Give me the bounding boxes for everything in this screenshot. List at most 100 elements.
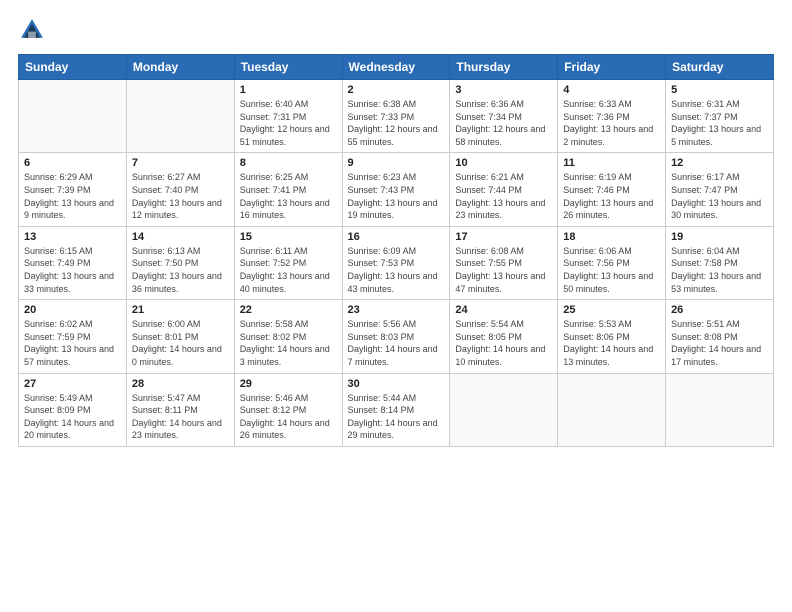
calendar-cell: 30Sunrise: 5:44 AM Sunset: 8:14 PM Dayli… (342, 373, 450, 446)
day-info: Sunrise: 6:15 AM Sunset: 7:49 PM Dayligh… (24, 245, 121, 295)
calendar-cell: 1 Sunrise: 6:40 AM Sunset: 7:31 PM Daylig… (234, 80, 342, 153)
day-number: 1 (240, 84, 337, 96)
calendar-cell: 7 Sunrise: 6:27 AM Sunset: 7:40 PM Daylig… (126, 153, 234, 226)
weekday-header-sunday: Sunday (19, 55, 127, 80)
day-number: 7 (132, 157, 229, 169)
calendar-week-2: 6 Sunrise: 6:29 AM Sunset: 7:39 PM Daylig… (19, 153, 774, 226)
day-info: Sunrise: 5:54 AM Sunset: 8:05 PM Dayligh… (455, 318, 552, 368)
weekday-header-wednesday: Wednesday (342, 55, 450, 80)
day-number: 18 (563, 231, 660, 243)
calendar-cell: 21Sunrise: 6:00 AM Sunset: 8:01 PM Dayli… (126, 300, 234, 373)
day-info: Sunrise: 5:56 AM Sunset: 8:03 PM Dayligh… (348, 318, 445, 368)
calendar-cell: 28 Sunrise: 5:47 AM Sunset: 8:11 PM Dayli… (126, 373, 234, 446)
day-number: 10 (455, 157, 552, 169)
calendar-cell: 12 Sunrise: 6:17 AM Sunset: 7:47 PM Dayli… (666, 153, 774, 226)
day-info: Sunrise: 6:36 AM Sunset: 7:34 PM Dayligh… (455, 98, 552, 148)
calendar-cell: 16 Sunrise: 6:09 AM Sunset: 7:53 PM Dayli… (342, 226, 450, 299)
calendar-cell: 19Sunrise: 6:04 AM Sunset: 7:58 PM Dayli… (666, 226, 774, 299)
day-number: 27 (24, 378, 121, 390)
calendar-cell: 20 Sunrise: 6:02 AM Sunset: 7:59 PM Dayli… (19, 300, 127, 373)
calendar-week-1: 1 Sunrise: 6:40 AM Sunset: 7:31 PM Daylig… (19, 80, 774, 153)
calendar-cell: 6 Sunrise: 6:29 AM Sunset: 7:39 PM Daylig… (19, 153, 127, 226)
calendar-cell: 25Sunrise: 5:53 AM Sunset: 8:06 PM Dayli… (558, 300, 666, 373)
calendar-cell (126, 80, 234, 153)
calendar-cell: 14Sunrise: 6:13 AM Sunset: 7:50 PM Dayli… (126, 226, 234, 299)
day-number: 16 (348, 231, 445, 243)
day-info: Sunrise: 6:31 AM Sunset: 7:37 PM Dayligh… (671, 98, 768, 148)
day-info: Sunrise: 6:11 AM Sunset: 7:52 PM Dayligh… (240, 245, 337, 295)
day-info: Sunrise: 6:23 AM Sunset: 7:43 PM Dayligh… (348, 171, 445, 221)
weekday-header-row: SundayMondayTuesdayWednesdayThursdayFrid… (19, 55, 774, 80)
day-info: Sunrise: 6:19 AM Sunset: 7:46 PM Dayligh… (563, 171, 660, 221)
day-number: 22 (240, 304, 337, 316)
day-number: 28 (132, 378, 229, 390)
day-number: 3 (455, 84, 552, 96)
calendar-table: SundayMondayTuesdayWednesdayThursdayFrid… (18, 54, 774, 447)
day-info: Sunrise: 6:08 AM Sunset: 7:55 PM Dayligh… (455, 245, 552, 295)
day-number: 17 (455, 231, 552, 243)
day-info: Sunrise: 5:49 AM Sunset: 8:09 PM Dayligh… (24, 392, 121, 442)
day-number: 14 (132, 231, 229, 243)
calendar-body: 1 Sunrise: 6:40 AM Sunset: 7:31 PM Daylig… (19, 80, 774, 447)
day-number: 2 (348, 84, 445, 96)
day-number: 4 (563, 84, 660, 96)
calendar-header: SundayMondayTuesdayWednesdayThursdayFrid… (19, 55, 774, 80)
calendar-cell: 9 Sunrise: 6:23 AM Sunset: 7:43 PM Daylig… (342, 153, 450, 226)
day-number: 21 (132, 304, 229, 316)
calendar-week-3: 13 Sunrise: 6:15 AM Sunset: 7:49 PM Dayli… (19, 226, 774, 299)
calendar-week-4: 20 Sunrise: 6:02 AM Sunset: 7:59 PM Dayli… (19, 300, 774, 373)
calendar-cell: 23 Sunrise: 5:56 AM Sunset: 8:03 PM Dayli… (342, 300, 450, 373)
calendar-cell: 10 Sunrise: 6:21 AM Sunset: 7:44 PM Dayli… (450, 153, 558, 226)
logo (18, 16, 50, 44)
day-number: 26 (671, 304, 768, 316)
day-info: Sunrise: 5:58 AM Sunset: 8:02 PM Dayligh… (240, 318, 337, 368)
calendar-cell: 27 Sunrise: 5:49 AM Sunset: 8:09 PM Dayli… (19, 373, 127, 446)
day-info: Sunrise: 6:17 AM Sunset: 7:47 PM Dayligh… (671, 171, 768, 221)
day-info: Sunrise: 6:02 AM Sunset: 7:59 PM Dayligh… (24, 318, 121, 368)
day-info: Sunrise: 5:44 AM Sunset: 8:14 PM Dayligh… (348, 392, 445, 442)
day-number: 29 (240, 378, 337, 390)
page: SundayMondayTuesdayWednesdayThursdayFrid… (0, 0, 792, 612)
day-number: 9 (348, 157, 445, 169)
calendar-cell: 29Sunrise: 5:46 AM Sunset: 8:12 PM Dayli… (234, 373, 342, 446)
day-number: 19 (671, 231, 768, 243)
calendar-cell: 24 Sunrise: 5:54 AM Sunset: 8:05 PM Dayli… (450, 300, 558, 373)
day-info: Sunrise: 6:38 AM Sunset: 7:33 PM Dayligh… (348, 98, 445, 148)
calendar-cell: 22 Sunrise: 5:58 AM Sunset: 8:02 PM Dayli… (234, 300, 342, 373)
day-number: 8 (240, 157, 337, 169)
calendar-cell: 4 Sunrise: 6:33 AM Sunset: 7:36 PM Daylig… (558, 80, 666, 153)
calendar-cell (666, 373, 774, 446)
day-number: 23 (348, 304, 445, 316)
day-number: 20 (24, 304, 121, 316)
calendar-cell: 15 Sunrise: 6:11 AM Sunset: 7:52 PM Dayli… (234, 226, 342, 299)
header (18, 16, 774, 44)
day-number: 15 (240, 231, 337, 243)
day-info: Sunrise: 6:29 AM Sunset: 7:39 PM Dayligh… (24, 171, 121, 221)
weekday-header-thursday: Thursday (450, 55, 558, 80)
day-number: 11 (563, 157, 660, 169)
day-info: Sunrise: 6:40 AM Sunset: 7:31 PM Dayligh… (240, 98, 337, 148)
calendar-cell: 8Sunrise: 6:25 AM Sunset: 7:41 PM Daylig… (234, 153, 342, 226)
day-info: Sunrise: 5:47 AM Sunset: 8:11 PM Dayligh… (132, 392, 229, 442)
day-number: 24 (455, 304, 552, 316)
day-info: Sunrise: 6:06 AM Sunset: 7:56 PM Dayligh… (563, 245, 660, 295)
calendar-cell: 3 Sunrise: 6:36 AM Sunset: 7:34 PM Daylig… (450, 80, 558, 153)
day-info: Sunrise: 5:51 AM Sunset: 8:08 PM Dayligh… (671, 318, 768, 368)
weekday-header-saturday: Saturday (666, 55, 774, 80)
weekday-header-tuesday: Tuesday (234, 55, 342, 80)
weekday-header-monday: Monday (126, 55, 234, 80)
calendar-cell: 11 Sunrise: 6:19 AM Sunset: 7:46 PM Dayli… (558, 153, 666, 226)
calendar-cell: 17 Sunrise: 6:08 AM Sunset: 7:55 PM Dayli… (450, 226, 558, 299)
calendar-cell (558, 373, 666, 446)
calendar-cell (450, 373, 558, 446)
day-info: Sunrise: 6:21 AM Sunset: 7:44 PM Dayligh… (455, 171, 552, 221)
day-number: 13 (24, 231, 121, 243)
day-info: Sunrise: 6:27 AM Sunset: 7:40 PM Dayligh… (132, 171, 229, 221)
day-info: Sunrise: 6:09 AM Sunset: 7:53 PM Dayligh… (348, 245, 445, 295)
day-number: 6 (24, 157, 121, 169)
day-number: 12 (671, 157, 768, 169)
logo-icon (18, 16, 46, 44)
day-info: Sunrise: 6:33 AM Sunset: 7:36 PM Dayligh… (563, 98, 660, 148)
calendar-cell: 2 Sunrise: 6:38 AM Sunset: 7:33 PM Daylig… (342, 80, 450, 153)
day-number: 25 (563, 304, 660, 316)
